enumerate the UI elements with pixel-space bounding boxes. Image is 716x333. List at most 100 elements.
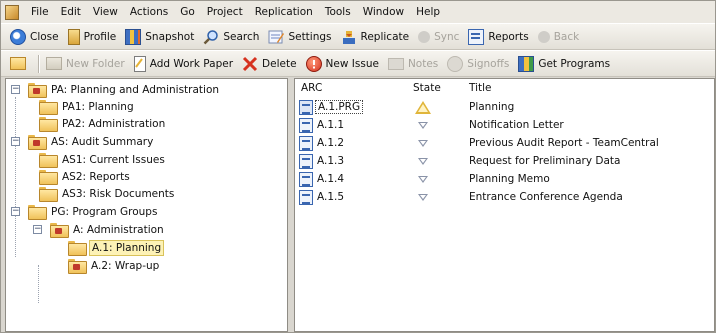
close-button-label: Close (30, 30, 59, 43)
tree-guide-line (38, 265, 39, 303)
row-arc: A.1.2 (317, 137, 345, 149)
menu-window[interactable]: Window (357, 1, 410, 23)
tree-node-as[interactable]: − AS: Audit Summary (6, 133, 155, 150)
column-header-state[interactable]: State (413, 82, 441, 94)
settings-button-label: Settings (288, 30, 332, 43)
tree-label: A: Administration (73, 223, 164, 236)
replicate-icon (341, 29, 357, 45)
search-button-label: Search (223, 30, 260, 43)
tree-label: PG: Program Groups (51, 205, 158, 218)
add-work-paper-icon (133, 55, 146, 72)
settings-button[interactable]: Settings (265, 26, 337, 48)
menu-help[interactable]: Help (410, 1, 446, 23)
tree-node-a1[interactable]: A.1: Planning (68, 239, 165, 256)
back-button-label: Back (553, 30, 580, 43)
tree-label: AS: Audit Summary (51, 135, 154, 148)
profile-button-label: Profile (83, 30, 117, 43)
get-programs-button[interactable]: Get Programs (515, 53, 616, 75)
new-folder-icon (46, 57, 62, 70)
list-row[interactable]: A.1.2 Previous Audit Report - TeamCentra… (295, 135, 714, 151)
tree-node-a2[interactable]: A.2: Wrap-up (68, 257, 161, 274)
menu-file[interactable]: File (25, 1, 55, 23)
back-button[interactable]: Back (535, 26, 586, 48)
column-header-title[interactable]: Title (469, 82, 492, 94)
add-work-paper-button[interactable]: Add Work Paper (131, 53, 239, 75)
reports-button-label: Reports (488, 30, 529, 43)
list-row[interactable]: A.1.1 Notification Letter (295, 117, 714, 133)
snapshot-button[interactable]: Snapshot (122, 26, 200, 48)
row-title: Planning (469, 101, 515, 113)
row-arc: A.1.5 (317, 191, 345, 203)
toolbar-separator (38, 54, 39, 73)
signoffs-icon (447, 55, 464, 72)
document-toolbar: New Folder Add Work Paper Delete New Iss… (1, 50, 715, 77)
new-issue-button-label: New Issue (325, 57, 379, 70)
menu-project[interactable]: Project (201, 1, 249, 23)
document-list[interactable]: ARC State Title A.1.PRG Planning A.1.1 N… (294, 78, 715, 332)
tree-label: AS3: Risk Documents (62, 187, 175, 200)
row-title: Entrance Conference Agenda (469, 191, 623, 203)
folder-icon (28, 83, 47, 98)
notes-button[interactable]: Notes (385, 53, 444, 75)
collapse-icon[interactable]: − (33, 225, 42, 234)
list-row[interactable]: A.1.PRG Planning (295, 99, 714, 115)
tree-node-a[interactable]: − A: Administration (28, 221, 166, 238)
folder-icon (28, 205, 47, 220)
collapse-icon[interactable]: − (11, 85, 20, 94)
folder-up-button[interactable] (7, 53, 36, 75)
search-button[interactable]: Search (200, 26, 265, 48)
work-paper-icon (299, 117, 313, 133)
sync-icon (418, 30, 431, 43)
tree-node-pa1[interactable]: PA1: Planning (39, 98, 136, 115)
menu-edit[interactable]: Edit (55, 1, 87, 23)
menu-tools[interactable]: Tools (319, 1, 357, 23)
tree-label: A.2: Wrap-up (91, 259, 160, 272)
folder-icon (39, 117, 58, 132)
work-paper-icon (299, 153, 313, 169)
app-icon (5, 4, 19, 20)
tree-node-pa2[interactable]: PA2: Administration (39, 115, 167, 132)
menu-view[interactable]: View (87, 1, 124, 23)
folder-icon (68, 241, 87, 256)
collapse-icon[interactable]: − (11, 207, 20, 216)
collapse-icon[interactable]: − (11, 137, 20, 146)
list-row[interactable]: A.1.4 Planning Memo (295, 171, 714, 187)
replicate-button[interactable]: Replicate (338, 26, 416, 48)
app-window: File Edit View Actions Go Project Replic… (0, 0, 716, 333)
main-toolbar: Close Profile Snapshot Search Settings R… (1, 23, 715, 50)
sync-button[interactable]: Sync (415, 26, 465, 48)
tree-node-as1[interactable]: AS1: Current Issues (39, 151, 167, 168)
new-issue-button[interactable]: New Issue (303, 53, 385, 75)
settings-icon (268, 29, 285, 45)
row-title: Notification Letter (469, 119, 564, 131)
menu-actions[interactable]: Actions (124, 1, 174, 23)
back-icon (537, 30, 550, 43)
get-programs-icon (518, 55, 535, 72)
tree-node-as2[interactable]: AS2: Reports (39, 168, 132, 185)
tree-node-pa[interactable]: − PA: Planning and Administration (6, 81, 221, 98)
menu-replication[interactable]: Replication (249, 1, 319, 23)
reports-icon (468, 28, 485, 45)
column-header-arc[interactable]: ARC (301, 82, 322, 94)
tree-node-as3[interactable]: AS3: Risk Documents (39, 185, 176, 202)
close-button[interactable]: Close (7, 26, 65, 48)
signoffs-button[interactable]: Signoffs (444, 53, 515, 75)
list-row[interactable]: A.1.5 Entrance Conference Agenda (295, 189, 714, 205)
snapshot-icon (125, 28, 142, 45)
profile-button[interactable]: Profile (65, 26, 123, 48)
work-paper-icon (299, 189, 313, 205)
tree-label: AS1: Current Issues (62, 153, 165, 166)
pending-state-icon (418, 121, 428, 129)
tree-node-pg[interactable]: − PG: Program Groups (6, 203, 159, 220)
delete-button[interactable]: Delete (239, 53, 303, 75)
list-row[interactable]: A.1.3 Request for Preliminary Data (295, 153, 714, 169)
row-title: Previous Audit Report - TeamCentral (469, 137, 659, 149)
folder-tree[interactable]: − PA: Planning and Administration PA1: P… (5, 78, 288, 332)
folder-icon (39, 187, 58, 202)
menu-go[interactable]: Go (174, 1, 201, 23)
new-folder-button[interactable]: New Folder (43, 53, 131, 75)
row-arc: A.1.3 (317, 155, 345, 167)
row-arc: A.1.4 (317, 173, 345, 185)
reports-button[interactable]: Reports (465, 26, 534, 48)
pending-state-icon (418, 193, 428, 201)
